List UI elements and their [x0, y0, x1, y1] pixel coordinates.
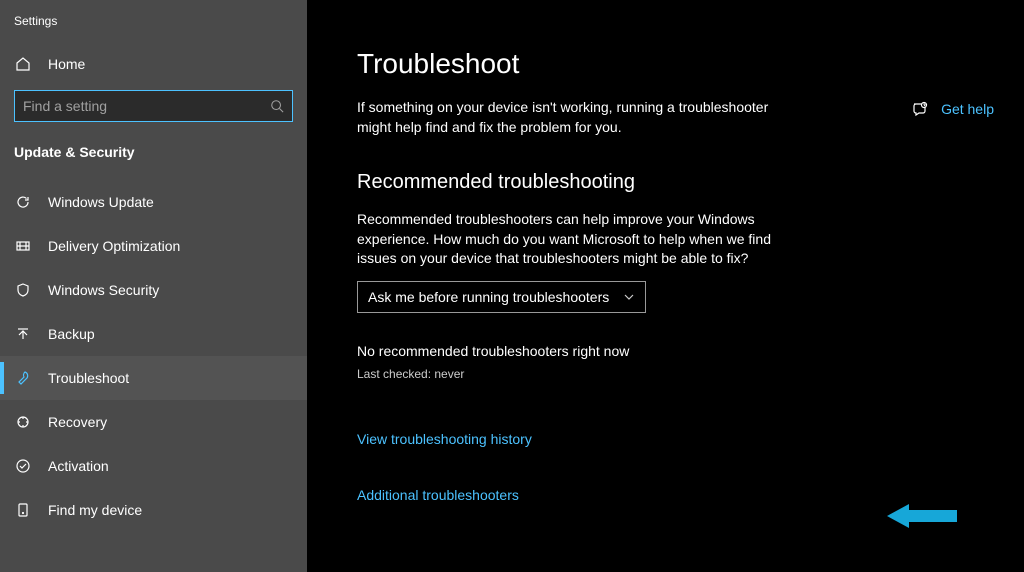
sidebar: Settings Home Update & Security — [0, 0, 307, 572]
search-box[interactable] — [14, 90, 293, 122]
activation-icon — [14, 458, 32, 474]
sidebar-item-windows-security[interactable]: Windows Security — [0, 268, 307, 312]
sidebar-item-backup[interactable]: Backup — [0, 312, 307, 356]
sidebar-item-label: Windows Security — [48, 282, 159, 298]
recommended-description: Recommended troubleshooters can help imp… — [357, 210, 777, 269]
sidebar-item-label: Backup — [48, 326, 95, 342]
backup-icon — [14, 326, 32, 342]
nav-list: Windows Update Delivery Optimization Win… — [0, 180, 307, 532]
sidebar-item-label: Delivery Optimization — [48, 238, 180, 254]
additional-troubleshooters-link[interactable]: Additional troubleshooters — [357, 487, 519, 503]
page-description: If something on your device isn't workin… — [357, 98, 777, 137]
dropdown-value: Ask me before running troubleshooters — [368, 289, 609, 305]
sidebar-section-title: Update & Security — [0, 138, 307, 180]
home-nav[interactable]: Home — [0, 46, 307, 82]
chevron-down-icon — [623, 291, 635, 303]
sidebar-item-label: Windows Update — [48, 194, 154, 210]
recovery-icon — [14, 414, 32, 430]
sidebar-item-find-my-device[interactable]: Find my device — [0, 488, 307, 532]
search-input[interactable] — [23, 98, 270, 114]
sidebar-item-label: Find my device — [48, 502, 142, 518]
troubleshoot-preference-dropdown[interactable]: Ask me before running troubleshooters — [357, 281, 646, 313]
sidebar-item-label: Troubleshoot — [48, 370, 129, 386]
sync-icon — [14, 194, 32, 210]
troubleshoot-icon — [14, 370, 32, 386]
shield-icon — [14, 282, 32, 298]
sidebar-item-label: Recovery — [48, 414, 107, 430]
sidebar-item-windows-update[interactable]: Windows Update — [0, 180, 307, 224]
delivery-icon — [14, 238, 32, 254]
help-label: Get help — [941, 101, 994, 117]
page-title: Troubleshoot — [357, 48, 1024, 80]
sidebar-item-recovery[interactable]: Recovery — [0, 400, 307, 444]
sidebar-item-label: Activation — [48, 458, 109, 474]
arrow-annotation — [887, 502, 957, 530]
get-help-link[interactable]: Get help — [911, 100, 994, 118]
sidebar-item-troubleshoot[interactable]: Troubleshoot — [0, 356, 307, 400]
recommended-status: No recommended troubleshooters right now — [357, 343, 777, 359]
home-icon — [14, 56, 32, 72]
last-checked: Last checked: never — [357, 367, 777, 381]
search-icon — [270, 99, 284, 113]
find-device-icon — [14, 502, 32, 518]
window-title: Settings — [0, 10, 307, 46]
home-label: Home — [48, 56, 85, 72]
view-history-link[interactable]: View troubleshooting history — [357, 431, 532, 447]
sidebar-item-activation[interactable]: Activation — [0, 444, 307, 488]
content-column: If something on your device isn't workin… — [357, 98, 777, 503]
search-container — [0, 90, 307, 138]
recommended-heading: Recommended troubleshooting — [357, 171, 777, 194]
help-icon — [911, 100, 929, 118]
sidebar-item-delivery-optimization[interactable]: Delivery Optimization — [0, 224, 307, 268]
main-content: Troubleshoot If something on your device… — [307, 0, 1024, 572]
